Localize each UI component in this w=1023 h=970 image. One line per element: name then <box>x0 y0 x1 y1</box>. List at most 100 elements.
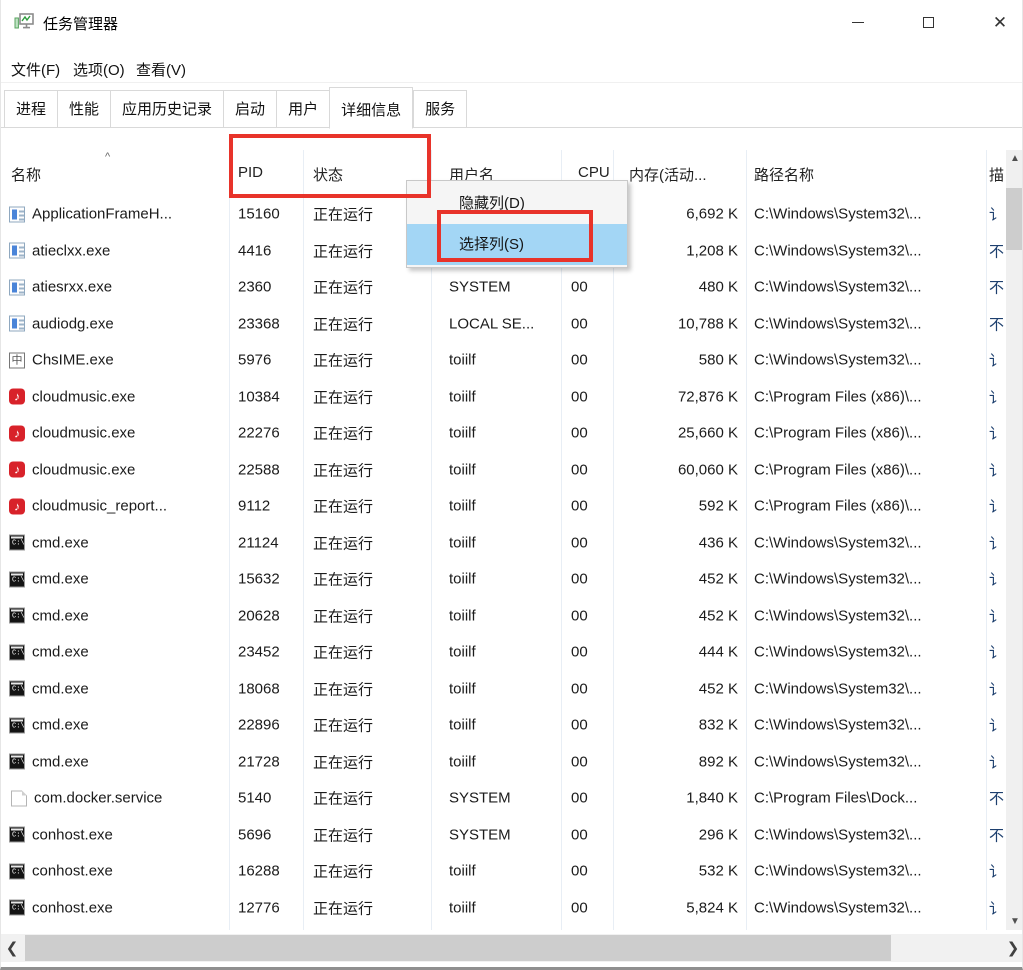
tab-1[interactable]: 进程 <box>4 90 58 128</box>
scroll-down-icon[interactable]: ▼ <box>1006 913 1022 930</box>
process-name-cell: cmd.exe <box>9 607 227 624</box>
process-row[interactable]: atiesrxx.exe 2360 正在运行 SYSTEM 00 480 K C… <box>1 269 1006 306</box>
process-row[interactable]: conhost.exe 16288 正在运行 toiilf 00 532 K C… <box>1 853 1006 890</box>
process-cpu-cell: 00 <box>571 497 588 515</box>
process-status-cell: 正在运行 <box>313 790 374 808</box>
title-bar: 任务管理器 ✕ <box>1 0 1022 45</box>
process-row[interactable]: cloudmusic_report... 9112 正在运行 toiilf 00… <box>1 488 1006 525</box>
process-memory-cell: 1,840 K <box>686 789 738 807</box>
cmd-process-icon <box>9 717 25 734</box>
process-pid-cell: 20628 <box>238 607 280 625</box>
exe-process-icon <box>9 242 25 259</box>
column-header-path[interactable]: 路径名称 <box>754 164 814 185</box>
process-name-cell: atieclxx.exe <box>9 242 227 259</box>
menu-file[interactable]: 文件(F) <box>11 59 60 80</box>
process-row[interactable]: cmd.exe 22896 正在运行 toiilf 00 832 K C:\Wi… <box>1 707 1006 744</box>
maximize-icon <box>922 16 934 28</box>
minimize-button[interactable] <box>841 8 875 36</box>
close-icon: ✕ <box>992 12 1008 32</box>
vertical-scroll-thumb[interactable] <box>1006 188 1022 250</box>
scroll-up-icon[interactable]: ▲ <box>1006 150 1022 167</box>
process-memory-cell: 480 K <box>698 278 738 296</box>
column-header-memory[interactable]: 内存(活动... <box>629 164 741 185</box>
process-name-cell: com.docker.service <box>9 790 227 807</box>
process-row[interactable]: cloudmusic.exe 22276 正在运行 toiilf 00 25,6… <box>1 415 1006 452</box>
process-name-cell: conhost.exe <box>9 899 227 916</box>
window-title: 任务管理器 <box>43 16 119 33</box>
scroll-right-icon[interactable]: ❯ <box>1002 934 1022 962</box>
process-pid-cell: 2360 <box>238 278 272 296</box>
column-header-name[interactable]: 名称 <box>11 164 41 185</box>
process-path-cell: C:\Windows\System32\... <box>754 278 922 296</box>
column-header-cpu[interactable]: CPU <box>578 164 610 181</box>
process-user-cell: toiilf <box>449 570 476 588</box>
netease-process-icon <box>9 388 25 405</box>
task-manager-app-icon <box>14 13 34 29</box>
process-clipped-cell: 讠 <box>989 900 1004 918</box>
close-button[interactable]: ✕ <box>983 8 1017 36</box>
process-memory-cell: 6,692 K <box>686 205 738 223</box>
process-name-cell: cmd.exe <box>9 717 227 734</box>
process-name-cell: cmd.exe <box>9 680 227 697</box>
scroll-left-icon[interactable]: ❮ <box>1 934 23 962</box>
process-name-cell: cloudmusic_report... <box>9 498 227 515</box>
process-memory-cell: 452 K <box>698 607 738 625</box>
process-user-cell: toiilf <box>449 388 476 406</box>
process-row[interactable]: cmd.exe 21124 正在运行 toiilf 00 436 K C:\Wi… <box>1 525 1006 562</box>
menu-options[interactable]: 选项(O) <box>73 59 125 80</box>
process-row[interactable]: cloudmusic.exe 22588 正在运行 toiilf 00 60,0… <box>1 452 1006 489</box>
process-memory-cell: 10,788 K <box>677 315 738 333</box>
process-status-cell: 正在运行 <box>313 863 374 881</box>
process-cpu-cell: 00 <box>571 716 588 734</box>
process-row[interactable]: conhost.exe 5696 正在运行 SYSTEM 00 296 K C:… <box>1 817 1006 854</box>
process-user-cell: toiilf <box>449 716 476 734</box>
process-row[interactable]: cmd.exe 21728 正在运行 toiilf 00 892 K C:\Wi… <box>1 744 1006 781</box>
vertical-scrollbar[interactable]: ▲ ▼ <box>1006 150 1022 930</box>
process-clipped-cell: 不 <box>989 279 1004 297</box>
tab-4[interactable]: 启动 <box>223 90 277 128</box>
process-row[interactable]: audiodg.exe 23368 正在运行 LOCAL SE... 00 10… <box>1 306 1006 343</box>
process-memory-cell: 580 K <box>698 351 738 369</box>
process-user-cell: toiilf <box>449 351 476 369</box>
tab-2[interactable]: 性能 <box>57 90 111 128</box>
process-memory-cell: 25,660 K <box>677 424 738 442</box>
process-status-cell: 正在运行 <box>313 462 374 480</box>
process-clipped-cell: 讠 <box>989 681 1004 699</box>
process-path-cell: C:\Windows\System32\... <box>754 205 922 223</box>
horizontal-scrollbar[interactable]: ❮ ❯ <box>1 934 1022 962</box>
process-row[interactable]: cmd.exe 20628 正在运行 toiilf 00 452 K C:\Wi… <box>1 598 1006 635</box>
cmd-process-icon <box>9 644 25 661</box>
cmd-process-icon <box>9 607 25 624</box>
process-path-cell: C:\Windows\System32\... <box>754 534 922 552</box>
menu-view[interactable]: 查看(V) <box>136 59 186 80</box>
process-cpu-cell: 00 <box>571 643 588 661</box>
process-path-cell: C:\Windows\System32\... <box>754 716 922 734</box>
process-row[interactable]: cmd.exe 15632 正在运行 toiilf 00 452 K C:\Wi… <box>1 561 1006 598</box>
ime-process-icon <box>9 352 25 369</box>
process-user-cell: SYSTEM <box>449 789 511 807</box>
process-memory-cell: 296 K <box>698 826 738 844</box>
column-header-clipped[interactable]: 描述 <box>989 164 1004 185</box>
process-row[interactable]: cloudmusic.exe 10384 正在运行 toiilf 00 72,8… <box>1 379 1006 416</box>
process-row[interactable]: ChsIME.exe 5976 正在运行 toiilf 00 580 K C:\… <box>1 342 1006 379</box>
process-row[interactable]: com.docker.service 5140 正在运行 SYSTEM 00 1… <box>1 780 1006 817</box>
cmd-process-icon <box>9 534 25 551</box>
cmd-process-icon <box>9 753 25 770</box>
process-memory-cell: 444 K <box>698 643 738 661</box>
horizontal-scroll-thumb[interactable] <box>25 935 891 961</box>
process-user-cell: toiilf <box>449 461 476 479</box>
process-user-cell: toiilf <box>449 753 476 771</box>
process-row[interactable]: cmd.exe 23452 正在运行 toiilf 00 444 K C:\Wi… <box>1 634 1006 671</box>
process-row[interactable]: conhost.exe 12776 正在运行 toiilf 00 5,824 K… <box>1 890 1006 927</box>
tab-7[interactable]: 服务 <box>413 90 468 128</box>
tab-5[interactable]: 用户 <box>276 90 330 128</box>
process-pid-cell: 15632 <box>238 570 280 588</box>
tab-6-active[interactable]: 详细信息 <box>329 87 414 129</box>
process-user-cell: toiilf <box>449 607 476 625</box>
tab-3[interactable]: 应用历史记录 <box>110 90 224 128</box>
process-row[interactable]: cmd.exe 18068 正在运行 toiilf 00 452 K C:\Wi… <box>1 671 1006 708</box>
process-user-cell: toiilf <box>449 534 476 552</box>
process-cpu-cell: 00 <box>571 680 588 698</box>
maximize-button[interactable] <box>911 8 945 36</box>
process-status-cell: 正在运行 <box>313 279 374 297</box>
